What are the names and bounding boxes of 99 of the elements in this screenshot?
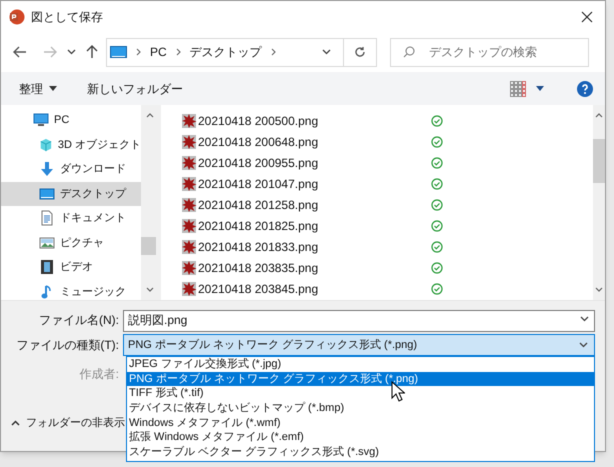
nav-item[interactable]: デスクトップ [1,182,141,206]
image-file-icon [181,260,197,276]
dropdown-option[interactable]: 拡張 Windows メタファイル (*.emf) [127,430,594,446]
back-arrow-icon[interactable] [13,46,27,58]
cube-icon [39,136,53,153]
dropdown-option[interactable]: Windows メタファイル (*.wmf) [127,416,594,430]
scrollbar-thumb[interactable] [593,139,605,183]
document-icon [39,210,55,226]
organize-button[interactable]: 整理 [19,80,57,98]
monitor-icon [110,46,127,58]
file-name: 20210418 201258.png [198,196,320,214]
file-name: 20210418 201047.png [198,176,320,192]
breadcrumb-item[interactable]: PC [150,43,167,61]
picture-icon [39,234,55,251]
file-name: 20210418 200648.png [198,134,320,150]
file-row[interactable]: 20210418 200955.png [181,152,593,173]
image-file-icon [181,176,197,192]
image-file-icon [181,154,197,170]
image-file-icon [181,112,197,128]
file-row[interactable]: 20210418 201833.png [181,236,593,257]
up-arrow-icon[interactable] [86,45,98,59]
file-name: 20210418 200500.png [198,112,320,130]
check-circle-icon [431,178,443,190]
nav-item[interactable]: 3D オブジェクト [1,132,141,157]
dropdown-option[interactable]: TIFF 形式 (*.tif) [127,386,594,402]
app-logo-icon [9,8,25,24]
nav-item[interactable]: ダウンロード [1,157,141,182]
file-name: 20210418 203835.png [198,260,320,276]
monitor-icon [33,112,49,128]
refresh-icon [354,46,366,58]
scrollbar[interactable] [593,105,605,300]
recent-caret-icon [67,49,76,55]
search-field[interactable]: デスクトップの検索 [390,38,589,66]
dropdown-caret-icon [322,49,331,55]
search-icon [403,46,415,58]
chevron-icon [136,48,141,56]
image-file-icon [181,280,197,296]
nav-item[interactable]: ミュージック [1,280,141,304]
hide-folders-button[interactable]: フォルダーの非表示 [11,415,125,432]
nav-item[interactable]: ビデオ [1,255,141,280]
check-circle-icon [431,136,443,148]
nav-item[interactable]: ピクチャ [1,230,141,255]
filetype-select[interactable]: PNG ポータブル ネットワーク グラフィックス形式 (*.png) [123,334,595,356]
filename-label: ファイル名(N): [38,312,120,329]
scroll-up-icon[interactable] [146,113,154,118]
nav-item[interactable]: PC [1,108,141,132]
caret-icon [49,86,57,91]
file-row[interactable]: 20210418 200648.png [181,131,593,152]
image-file-icon [181,238,197,254]
down-arrow-icon [39,161,55,178]
author-label: 作成者: [78,366,120,383]
file-row[interactable]: 20210418 203835.png [181,257,593,278]
nav-item[interactable]: ドキュメント [1,206,141,230]
breadcrumb-item[interactable]: デスクトップ [190,43,262,61]
scrollbar[interactable] [141,105,158,300]
file-name: 20210418 203845.png [198,280,320,298]
file-name: 20210418 201833.png [198,238,320,256]
image-file-icon [181,196,197,212]
image-file-icon [181,134,197,150]
dropdown-option[interactable]: PNG ポータブル ネットワーク グラフィックス形式 (*.png) [127,372,594,386]
check-circle-icon [431,198,443,210]
check-circle-icon [431,114,443,126]
check-circle-icon [431,240,443,252]
file-row[interactable]: 20210418 200500.png [181,110,593,131]
file-row[interactable]: 20210418 201258.png [181,194,593,215]
dropdown-option[interactable]: デバイスに依存しないビットマップ (*.bmp) [127,401,594,416]
caret-icon [579,342,588,348]
file-name: 20210418 201825.png [198,218,320,234]
file-name: 20210418 200955.png [198,154,320,172]
caret-icon[interactable] [536,86,544,91]
check-circle-icon [431,156,443,168]
scroll-down-icon[interactable] [595,287,603,292]
check-circle-icon [431,220,443,232]
filename-field[interactable]: 説明図.png [123,310,595,332]
dropdown-option[interactable]: スケーラブル ベクター グラフィックス形式 (*.svg) [127,445,594,460]
filetype-label: ファイルの種類(T): [15,337,120,354]
image-file-icon [181,218,197,234]
file-row[interactable]: 20210418 201825.png [181,215,593,236]
file-row[interactable]: 20210418 203845.png [181,278,593,299]
film-icon [39,259,55,276]
chevron-icon [176,48,181,56]
monitor-icon [39,186,55,202]
refresh-button[interactable] [344,38,377,66]
help-icon[interactable] [577,80,593,96]
chevron-up-icon [11,420,20,426]
scroll-down-icon[interactable] [146,287,154,292]
grid-view-icon[interactable] [510,80,526,96]
close-icon[interactable] [581,10,593,22]
scrollbar-thumb[interactable] [141,237,156,255]
address-bar[interactable]: PC デスクトップ [106,38,344,66]
caret-icon [580,316,589,322]
check-circle-icon [431,262,443,274]
dropdown-option[interactable]: JPEG ファイル交換形式 (*.jpg) [127,357,594,372]
check-circle-icon [431,282,443,294]
file-row[interactable]: 20210418 201047.png [181,173,593,194]
window-title: 図として保存 [31,8,103,26]
chevron-icon [270,48,276,56]
scroll-up-icon[interactable] [595,113,603,118]
new-folder-button[interactable]: 新しいフォルダー [87,80,183,98]
